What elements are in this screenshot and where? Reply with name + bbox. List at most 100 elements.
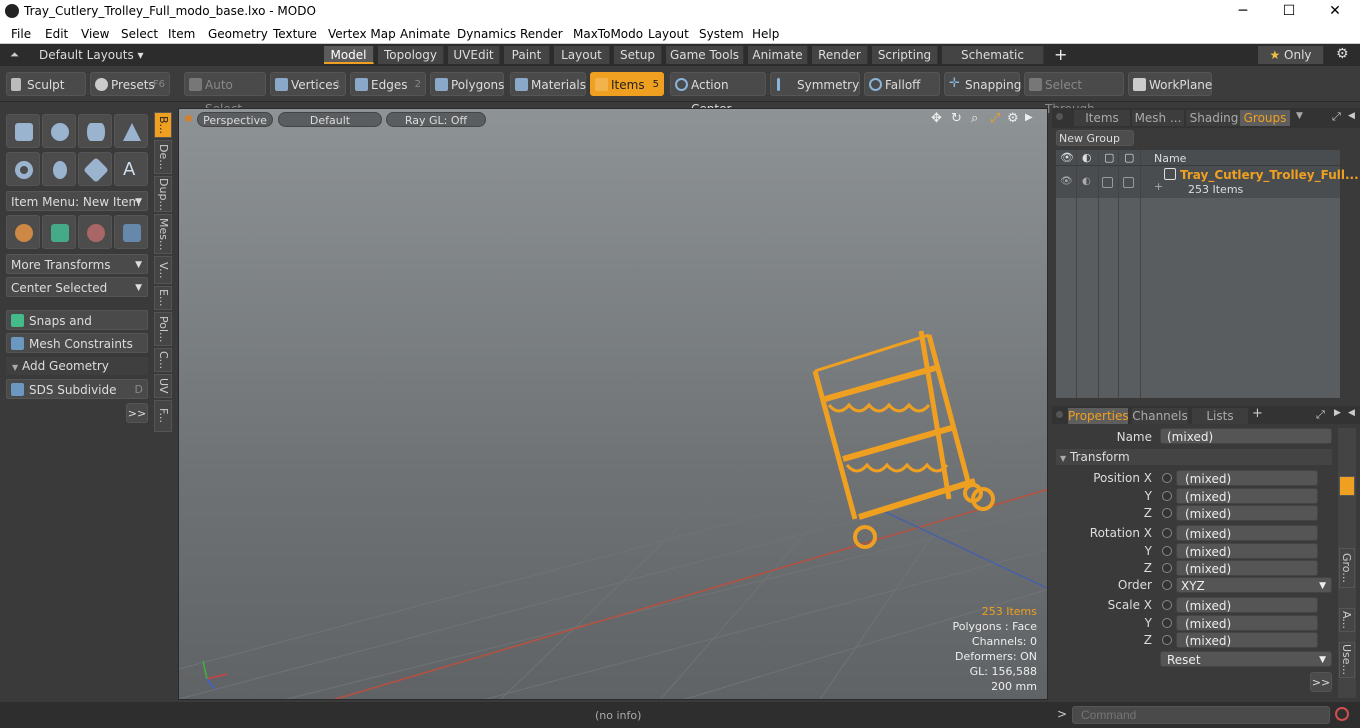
presets-button[interactable]: Presets F6 <box>90 72 170 96</box>
menu-help[interactable]: Help <box>752 27 779 41</box>
menu-texture[interactable]: Texture <box>273 27 317 41</box>
tab-topology[interactable]: Topology <box>378 46 444 64</box>
record-macro-icon[interactable] <box>1335 707 1349 721</box>
command-input[interactable] <box>1072 706 1330 724</box>
panel-options-icon[interactable] <box>1056 113 1063 120</box>
menu-system[interactable]: System <box>699 27 744 41</box>
sculpt-button[interactable]: Sculpt <box>6 72 86 96</box>
properties-arrow2-icon[interactable]: ◀ <box>1348 408 1355 418</box>
tab-mesh[interactable]: Mesh ... <box>1132 110 1184 126</box>
more-transforms-dropdown[interactable]: More Transforms ▼ <box>6 254 148 274</box>
menu-edit[interactable]: Edit <box>45 27 68 41</box>
text-tool-button[interactable]: A <box>114 152 148 186</box>
vtab-mesh-edit[interactable]: Mes... <box>154 214 172 254</box>
torus-primitive-button[interactable] <box>6 152 40 186</box>
sds-subdivide-button[interactable]: SDS Subdivide D <box>6 379 148 399</box>
reset-dropdown[interactable]: Reset ▼ <box>1160 651 1332 667</box>
tab-channels[interactable]: Channels <box>1132 408 1188 424</box>
vtab-edge[interactable]: E... <box>154 286 172 310</box>
expand-plus-icon[interactable]: + <box>1154 180 1163 193</box>
side-tab-groups[interactable]: Gro... <box>1339 548 1355 588</box>
snaps-precision-button[interactable]: Snaps and Precision <box>6 310 148 348</box>
menu-item[interactable]: Item <box>168 27 195 41</box>
scale-x-radio[interactable] <box>1162 600 1172 610</box>
tab-layout[interactable]: Layout <box>554 46 610 64</box>
tab-setup[interactable]: Setup <box>614 46 662 64</box>
vtab-uv[interactable]: UV <box>154 374 172 398</box>
vtab-curve[interactable]: C... <box>154 348 172 372</box>
cone-primitive-button[interactable] <box>114 114 148 148</box>
scale-z-radio[interactable] <box>1162 635 1172 645</box>
properties-more-button[interactable]: >> <box>1310 672 1332 692</box>
layouts-expand-icon[interactable]: ⏶ <box>10 48 19 62</box>
scale-tool-button[interactable] <box>78 215 112 249</box>
menu-animate[interactable]: Animate <box>400 27 450 41</box>
side-tab-assembly[interactable]: A... <box>1339 608 1355 632</box>
rotation-y-field[interactable]: (mixed) <box>1176 543 1318 559</box>
add-tab-button[interactable]: + <box>1054 45 1067 64</box>
tab-items[interactable]: Items <box>1074 110 1130 126</box>
add-properties-tab-button[interactable]: + <box>1252 406 1263 421</box>
visibility-eye-icon[interactable]: 👁 <box>1060 176 1073 187</box>
scale-y-radio[interactable] <box>1162 618 1172 628</box>
vtab-vertex[interactable]: V... <box>154 256 172 284</box>
side-tab-user[interactable]: Use... <box>1339 642 1355 678</box>
tab-properties[interactable]: Properties <box>1068 408 1129 424</box>
materials-button[interactable]: Materials <box>510 72 586 96</box>
position-y-field[interactable]: (mixed) <box>1176 488 1318 504</box>
panel-expand-icon[interactable]: ⤢ <box>1332 110 1341 124</box>
cube-primitive-button[interactable] <box>6 114 40 148</box>
menu-select[interactable]: Select <box>121 27 158 41</box>
rotation-y-radio[interactable] <box>1162 546 1172 556</box>
position-x-field[interactable]: (mixed) <box>1176 470 1318 486</box>
rotation-z-field[interactable]: (mixed) <box>1176 560 1318 576</box>
transform-tool-button[interactable] <box>114 215 148 249</box>
lock-checkbox[interactable] <box>1102 177 1113 188</box>
snapping-button[interactable]: ✛ Snapping <box>944 72 1021 96</box>
rotate-tool-button[interactable] <box>42 215 76 249</box>
tab-paint[interactable]: Paint <box>504 46 550 64</box>
properties-expand-icon[interactable]: ⤢ <box>1316 408 1325 422</box>
vtab-polygon[interactable]: Pol... <box>154 312 172 346</box>
name-field[interactable]: (mixed) <box>1160 428 1332 444</box>
mesh-constraints-button[interactable]: Mesh Constraints <box>6 333 148 353</box>
menu-file[interactable]: File <box>11 27 31 41</box>
scale-x-field[interactable]: (mixed) <box>1176 597 1318 613</box>
tab-groups[interactable]: Groups <box>1240 110 1290 126</box>
edges-button[interactable]: Edges 2 <box>350 72 426 96</box>
workplane-button[interactable]: WorkPlane <box>1128 72 1212 96</box>
position-z-field[interactable]: (mixed) <box>1176 505 1318 521</box>
rotation-x-radio[interactable] <box>1162 528 1172 538</box>
tab-lists[interactable]: Lists <box>1192 408 1248 424</box>
menu-render[interactable]: Render <box>520 27 563 41</box>
only-toggle[interactable]: ★ Only <box>1258 46 1324 64</box>
tab-scripting[interactable]: Scripting <box>872 46 938 64</box>
panel-arrow-icon[interactable]: ◀ <box>1348 111 1355 121</box>
side-tab-active[interactable] <box>1339 476 1355 496</box>
tab-schematic-fusion[interactable]: Schematic Fusion <box>942 46 1044 80</box>
position-y-radio[interactable] <box>1162 491 1172 501</box>
capsule-primitive-button[interactable] <box>42 152 76 186</box>
transform-section[interactable]: ▼ Transform <box>1056 449 1332 465</box>
menu-layout[interactable]: Layout <box>648 27 689 41</box>
polygons-button[interactable]: Polygons <box>430 72 504 96</box>
maximize-button[interactable]: ☐ <box>1266 0 1312 24</box>
tab-shading[interactable]: Shading <box>1186 110 1242 126</box>
items-button[interactable]: Items 5 <box>590 72 664 96</box>
order-dropdown[interactable]: XYZ ▼ <box>1176 577 1332 593</box>
vertices-button[interactable]: Vertices 1 <box>270 72 346 96</box>
center-selected-dropdown[interactable]: Center Selected ▼ <box>6 277 148 297</box>
tabs-dropdown-icon[interactable]: ▼ <box>1296 111 1303 121</box>
menu-view[interactable]: View <box>81 27 109 41</box>
more-tools-button[interactable]: >> <box>126 403 148 423</box>
vtab-duplicate[interactable]: Dup... <box>154 176 172 212</box>
menu-geometry[interactable]: Geometry <box>208 27 268 41</box>
vtab-basic[interactable]: B... <box>154 112 172 138</box>
properties-options-icon[interactable] <box>1056 411 1063 418</box>
3d-viewport[interactable]: Perspective Default Ray GL: Off ✥ ↻ ⌕ ⤢ … <box>178 108 1048 700</box>
move-tool-button[interactable] <box>6 215 40 249</box>
sphere-primitive-button[interactable] <box>42 114 76 148</box>
auto-select-button[interactable]: Auto Select <box>184 72 266 116</box>
tab-uvedit[interactable]: UVEdit <box>448 46 500 64</box>
action-center-button[interactable]: Action Center <box>670 72 766 116</box>
